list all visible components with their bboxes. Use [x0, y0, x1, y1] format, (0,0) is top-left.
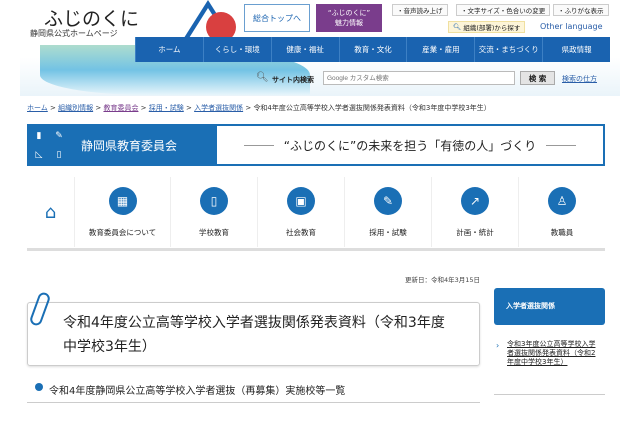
site-logo-subtitle: 静岡県公式ホームページ: [30, 29, 118, 38]
breadcrumb-current: 令和4年度公立高等学校入学者選抜関係発表資料（令和3年度中学校3年生）: [253, 104, 491, 112]
nav-health[interactable]: 健康・福祉: [270, 37, 339, 62]
top-page-button[interactable]: 総合トップへ: [244, 4, 310, 32]
icon-nav-staff[interactable]: ♙ 教職員: [519, 177, 605, 247]
chevron-right-icon: ›: [496, 341, 500, 350]
pin-icon: [35, 383, 43, 391]
nav-life[interactable]: くらし・環境: [202, 37, 271, 62]
sidebar-heading: 入学者選抜関係: [494, 288, 605, 325]
icon-nav-label: 採用・試験: [369, 227, 407, 237]
building-icon: ▦: [108, 186, 137, 215]
teacher-icon: ♙: [548, 186, 576, 215]
breadcrumb-link[interactable]: 入学者選抜関係: [194, 104, 243, 112]
read-aloud-link[interactable]: ・音声読み上げ: [392, 4, 448, 16]
breadcrumb-link[interactable]: 教育委員会: [103, 104, 138, 112]
home-icon: ⌂: [44, 201, 57, 223]
icon-nav-about[interactable]: ▦ 教育委員会について: [75, 177, 171, 247]
breadcrumb-link[interactable]: 組織別情報: [58, 104, 93, 112]
heading-underline: [27, 402, 480, 403]
board-icon-nav: ⌂ ▦ 教育委員会について ▯ 学校教育 ▣ 社会教育 ✎ 採用・試験 ↗ 計画・統計 ♙…: [27, 177, 605, 247]
breadcrumb: ホーム > 組織別情報 > 教育委員会 > 採用・試験 > 入学者選抜関係 > …: [27, 104, 491, 112]
nav-education[interactable]: 教育・文化: [338, 37, 407, 62]
pencil-icon: ✎: [374, 186, 402, 215]
device-icon: ▣: [287, 186, 315, 215]
sidebar-link[interactable]: 令和3年度公立高等学校入学者選抜関係発表資料（令和2年度中学校3年生）: [507, 340, 599, 367]
home-link[interactable]: ⌂: [27, 177, 75, 247]
breadcrumb-link[interactable]: 採用・試験: [149, 104, 184, 112]
site-logo[interactable]: ふじのくに: [44, 4, 139, 31]
icon-nav-label: 教職員: [550, 227, 574, 237]
icon-nav-school[interactable]: ▯ 学校教育: [171, 177, 258, 247]
icon-nav-label: 教育委員会について: [88, 227, 157, 237]
search-help-link[interactable]: 検索の仕方: [562, 74, 597, 84]
search-icon: 🔍︎: [453, 23, 462, 31]
board-name: 静岡県教育委員会: [81, 138, 178, 153]
search-icon: 🔍︎: [256, 72, 269, 83]
board-slogan: “ふじのくに”の未来を担う「有徳の人」づくり: [283, 138, 537, 153]
page-title: 令和4年度公立高等学校入学者選抜関係発表資料（令和3年度中学校3年生）: [27, 302, 480, 366]
icon-nav-plan[interactable]: ↗ 計画・統計: [432, 177, 519, 247]
charm-line1: “ふじのくに”: [327, 9, 371, 17]
book-icon: ▯: [200, 186, 228, 215]
divider: [27, 248, 605, 251]
sidebar-divider: [494, 394, 605, 395]
global-nav: ホーム くらし・環境 健康・福祉 教育・文化 産業・雇用 交流・まちづくり 県政…: [135, 37, 610, 62]
other-language-link[interactable]: Other language: [540, 22, 603, 31]
text-size-link[interactable]: ・文字サイズ・色合いの変更: [456, 4, 551, 16]
search-input[interactable]: [323, 71, 515, 85]
nav-industry[interactable]: 産業・雇用: [406, 37, 474, 62]
charm-info-button[interactable]: “ふじのくに” 魅力情報: [316, 4, 382, 32]
icon-nav-recruit[interactable]: ✎ 採用・試験: [345, 177, 432, 247]
furigana-link[interactable]: ・ふりがな表示: [553, 4, 609, 16]
board-banner[interactable]: ▮ ✎ ◺ ▯ 静岡県教育委員会 “ふじのくに”の未来を担う「有徳の人」づくり: [27, 124, 605, 166]
chart-icon: ↗: [461, 186, 489, 215]
stationery-icon: ▮ ✎ ◺ ▯: [35, 130, 63, 160]
icon-nav-label: 学校教育: [199, 227, 229, 237]
site-search-label: サイト内検索: [272, 76, 314, 84]
nav-home[interactable]: ホーム: [135, 37, 203, 62]
org-search-link[interactable]: 🔍︎ 組織(部署)から探す: [448, 21, 526, 33]
nav-community[interactable]: 交流・まちづくり: [474, 37, 542, 62]
icon-nav-label: 計画・統計: [456, 227, 494, 237]
nav-government[interactable]: 県政情報: [542, 37, 610, 62]
section-heading: 令和4年度静岡県公立高等学校入学者選抜（再募集）実施校等一覧: [49, 386, 346, 397]
charm-line2: 魅力情報: [335, 19, 363, 27]
icon-nav-label: 社会教育: [286, 227, 316, 237]
icon-nav-social[interactable]: ▣ 社会教育: [258, 177, 345, 247]
search-button[interactable]: 検 索: [520, 71, 555, 85]
updated-date: 更新日：令和4年3月15日: [404, 276, 480, 284]
breadcrumb-link[interactable]: ホーム: [27, 104, 48, 112]
